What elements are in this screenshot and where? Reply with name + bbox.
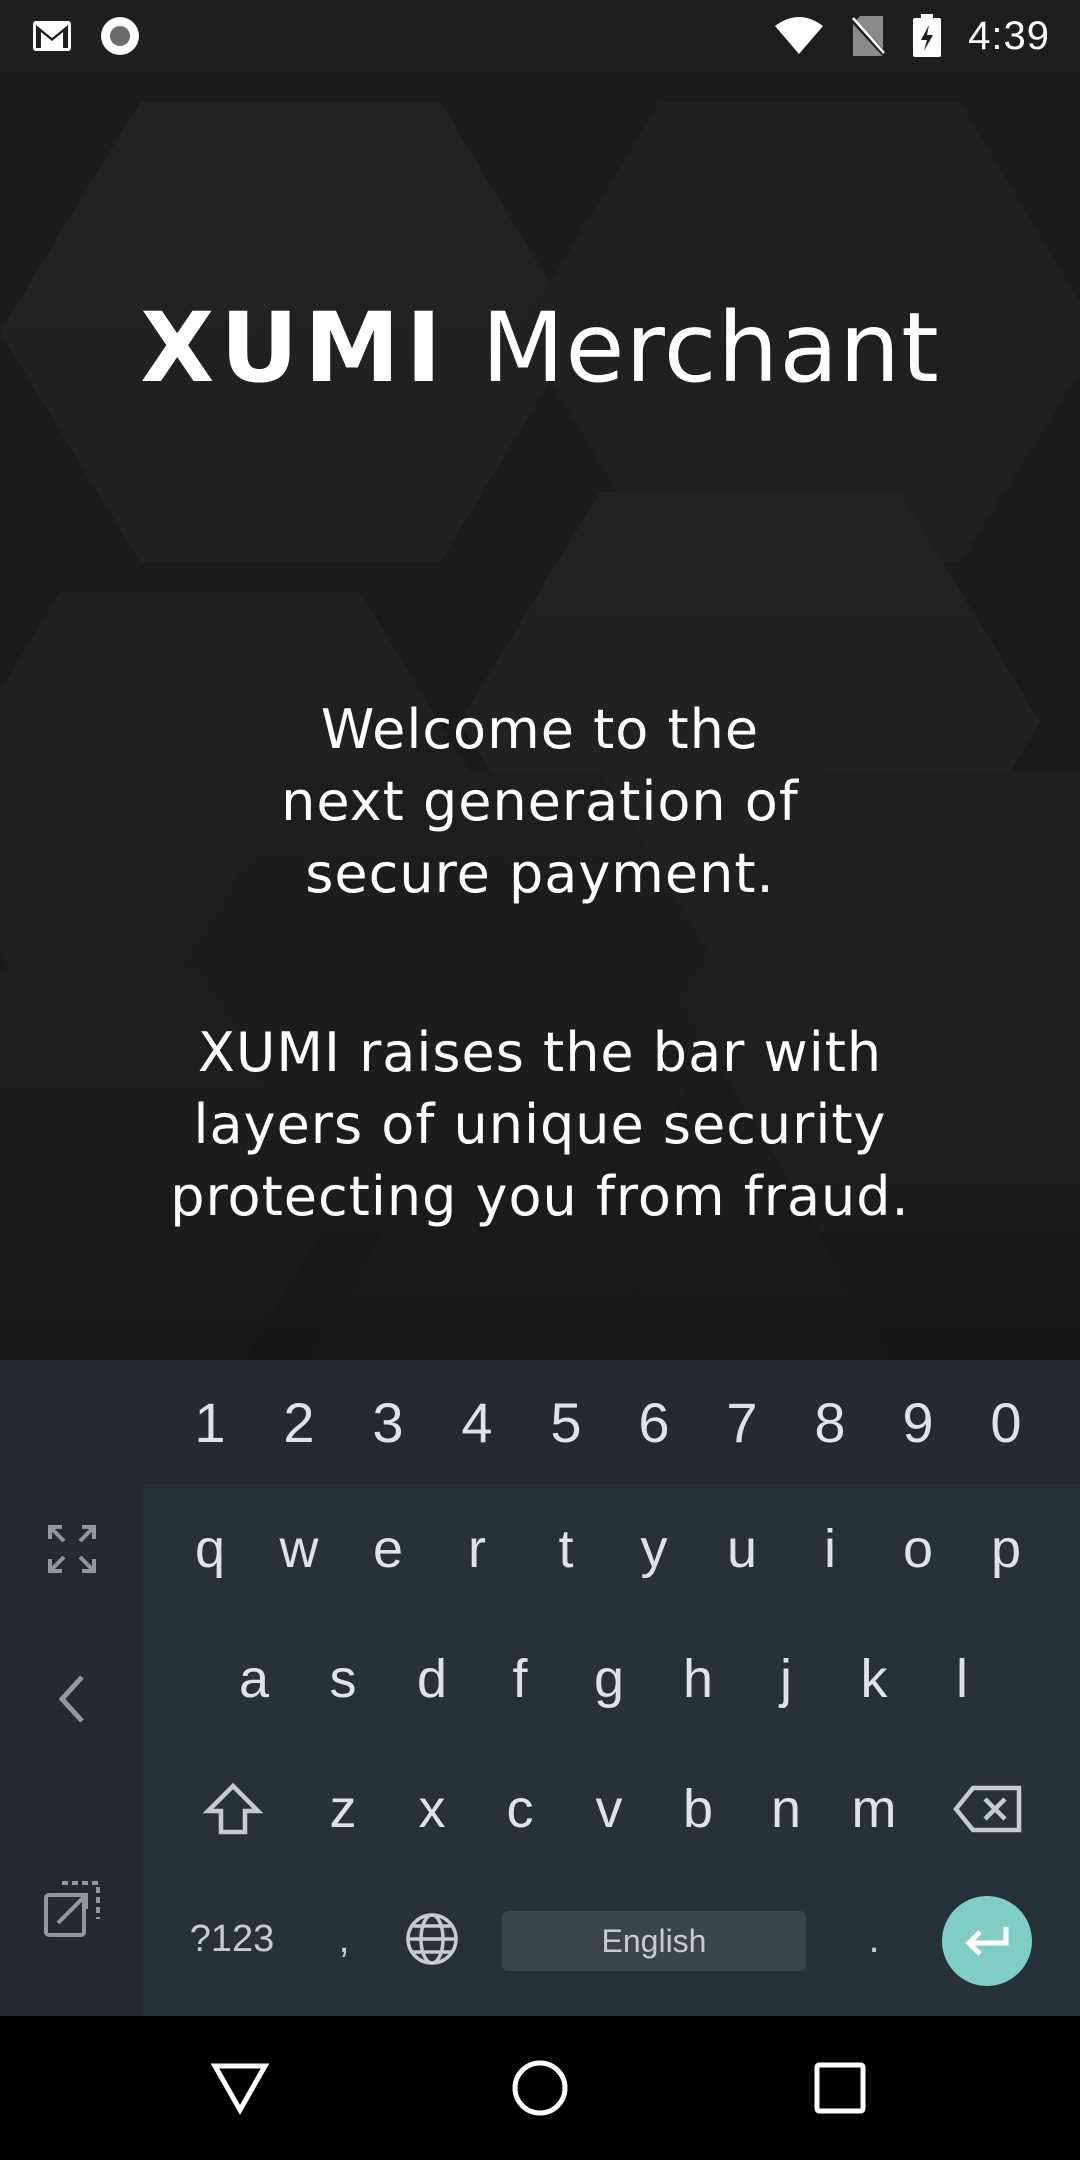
welcome-hero: XUMI Merchant Welcome to the next generat… [0,72,1080,1360]
symbols-key[interactable]: ?123 [176,1874,288,2004]
key-p[interactable]: p [962,1484,1050,1614]
fullscreen-icon[interactable] [0,1484,143,1614]
welcome-line: secure payment. [305,842,775,905]
key-k[interactable]: k [830,1614,918,1744]
shift-key[interactable] [188,1744,278,1874]
no-sim-icon [850,15,887,57]
status-bar: 4:39 [0,0,1080,72]
home-circle-icon [512,2060,568,2116]
space-key[interactable]: English [502,1911,806,1971]
app-logo: XUMI Merchant [0,292,1080,404]
backspace-icon [953,1785,1022,1833]
key-5[interactable]: 5 [522,1360,610,1484]
key-c[interactable]: c [476,1744,564,1874]
record-icon [100,16,140,56]
back-button[interactable] [160,2016,320,2160]
key-2[interactable]: 2 [255,1360,343,1484]
key-j[interactable]: j [742,1614,830,1744]
brand-product: Merchant [481,292,940,404]
language-key[interactable] [388,1874,476,2004]
globe-icon [406,1913,458,1965]
tagline-text: XUMI raises the bar with layers of uniqu… [0,1017,1080,1233]
welcome-line: Welcome to the [320,698,760,761]
key-t[interactable]: t [522,1484,610,1614]
recents-square-icon [814,2062,866,2114]
welcome-text: Welcome to the next generation of secure… [0,694,1080,910]
key-s[interactable]: s [299,1614,387,1744]
key-a[interactable]: a [210,1614,298,1744]
key-y[interactable]: y [610,1484,698,1614]
enter-icon [965,1927,1009,1956]
key-0[interactable]: 0 [962,1360,1050,1484]
period-key[interactable]: . [830,1874,918,2004]
home-button[interactable] [460,2016,620,2160]
tagline-line: XUMI raises the bar with [197,1021,883,1084]
key-1[interactable]: 1 [166,1360,254,1484]
back-arrow-icon[interactable] [0,1614,143,1784]
key-4[interactable]: 4 [433,1360,521,1484]
key-e[interactable]: e [344,1484,432,1614]
tagline-line: protecting you from fraud. [170,1165,910,1228]
key-h[interactable]: h [654,1614,742,1744]
key-g[interactable]: g [565,1614,653,1744]
key-r[interactable]: r [433,1484,521,1614]
comma-key[interactable]: , [300,1874,388,2004]
key-o[interactable]: o [874,1484,962,1614]
key-9[interactable]: 9 [874,1360,962,1484]
key-b[interactable]: b [654,1744,742,1874]
key-z[interactable]: z [299,1744,387,1874]
brand-name: XUMI [140,292,448,404]
float-keyboard-icon[interactable] [0,1844,143,1974]
key-7[interactable]: 7 [698,1360,786,1484]
status-right-icons: 4:39 [774,10,1050,62]
welcome-line: next generation of [281,770,799,833]
navigation-bar [0,2016,1080,2160]
recents-button[interactable] [760,2016,920,2160]
back-triangle-icon [210,2063,270,2116]
gmail-icon [32,20,72,52]
status-time: 4:39 [968,13,1050,58]
key-n[interactable]: n [742,1744,830,1874]
key-m[interactable]: m [830,1744,918,1874]
key-d[interactable]: d [388,1614,476,1744]
key-x[interactable]: x [388,1744,476,1874]
status-left-icons [32,16,140,56]
key-i[interactable]: i [786,1484,874,1614]
key-6[interactable]: 6 [610,1360,698,1484]
wifi-icon [774,16,824,56]
key-q[interactable]: q [166,1484,254,1614]
key-v[interactable]: v [565,1744,653,1874]
key-3[interactable]: 3 [344,1360,432,1484]
key-8[interactable]: 8 [786,1360,874,1484]
key-f[interactable]: f [476,1614,564,1744]
tagline-line: layers of unique security [193,1093,887,1156]
key-w[interactable]: w [255,1484,343,1614]
key-u[interactable]: u [698,1484,786,1614]
battery-charging-icon [912,14,942,58]
shift-icon [203,1782,263,1835]
enter-key[interactable] [942,1896,1032,1986]
backspace-key[interactable] [940,1744,1036,1874]
key-l[interactable]: l [918,1614,1006,1744]
soft-keyboard: 1 2 3 4 5 6 7 8 9 0 q w e r t y u i o p … [0,1360,1080,2016]
